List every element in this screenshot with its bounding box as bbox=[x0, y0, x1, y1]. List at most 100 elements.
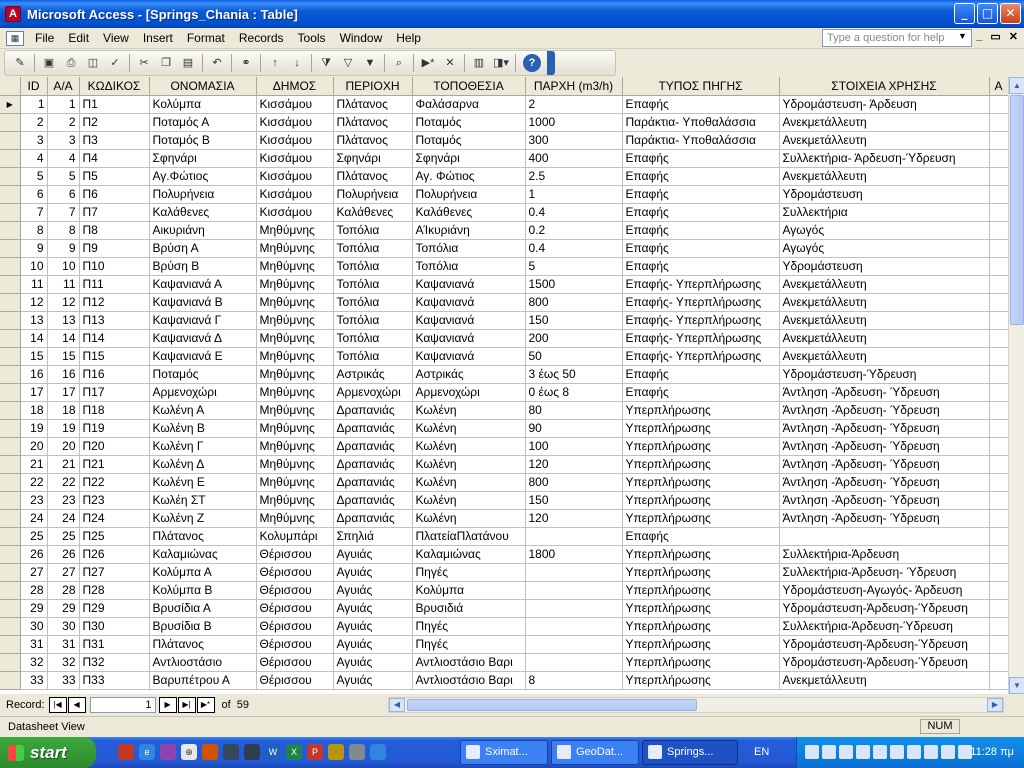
cell-name[interactable]: Καλάθενες bbox=[149, 203, 257, 222]
cell-spring-type[interactable]: Υπερπλήρωσης bbox=[622, 473, 780, 492]
hyperlink-icon[interactable]: ⚭ bbox=[236, 53, 256, 73]
cell-aa[interactable]: 15 bbox=[47, 347, 80, 366]
current-record-input[interactable]: 1 bbox=[89, 697, 156, 713]
menu-format[interactable]: Format bbox=[180, 29, 232, 48]
cell-usage[interactable]: Αγωγός bbox=[779, 239, 990, 258]
cell-aa[interactable]: 2 bbox=[47, 113, 80, 132]
cell-aa[interactable]: 14 bbox=[47, 329, 80, 348]
cell-partial[interactable] bbox=[989, 329, 1009, 348]
row-selector[interactable] bbox=[0, 509, 21, 528]
cell-municipality[interactable]: Μηθύμνης bbox=[256, 401, 334, 420]
cell-municipality[interactable]: Μηθύμνης bbox=[256, 239, 334, 258]
cell-location[interactable]: Καψανιανά bbox=[412, 311, 526, 330]
new-object-icon[interactable]: ◨▾ bbox=[491, 53, 511, 73]
first-record-button[interactable]: |◀ bbox=[48, 697, 67, 713]
copy-icon[interactable]: ❐ bbox=[156, 53, 176, 73]
cell-location[interactable]: Κωλένη bbox=[412, 455, 526, 474]
cell-location[interactable]: Κωλένη bbox=[412, 419, 526, 438]
cut-icon[interactable]: ✂ bbox=[134, 53, 154, 73]
cell-id[interactable]: 19 bbox=[20, 419, 48, 438]
cell-location[interactable]: Καψανιανά bbox=[412, 347, 526, 366]
last-record-button[interactable]: ▶| bbox=[177, 697, 196, 713]
cell-code[interactable]: Π33 bbox=[79, 671, 150, 690]
cell-usage[interactable]: Άντληση -Άρδευση- Ύδρευση bbox=[779, 473, 990, 492]
row-selector[interactable] bbox=[0, 221, 21, 240]
cell-partial[interactable] bbox=[989, 149, 1009, 168]
cell-region[interactable]: Δραπανιάς bbox=[333, 419, 413, 438]
menu-edit[interactable]: Edit bbox=[61, 29, 96, 48]
cell-location[interactable]: Πολυρήνεια bbox=[412, 185, 526, 204]
cell-municipality[interactable]: Μηθύμνης bbox=[256, 491, 334, 510]
cell-partial[interactable] bbox=[989, 311, 1009, 330]
cell-usage[interactable]: Άντληση -Άρδευση- Ύδρευση bbox=[779, 401, 990, 420]
menu-records[interactable]: Records bbox=[232, 29, 291, 48]
undo-icon[interactable]: ↶ bbox=[207, 53, 227, 73]
cell-partial[interactable] bbox=[989, 293, 1009, 312]
cell-code[interactable]: Π11 bbox=[79, 275, 150, 294]
cell-municipality[interactable]: Κισσάμου bbox=[256, 167, 334, 186]
cell-region[interactable]: Τοπόλια bbox=[333, 311, 413, 330]
find-icon[interactable]: ⌕ bbox=[389, 53, 409, 73]
cell-id[interactable]: 16 bbox=[20, 365, 48, 384]
cell-name[interactable]: Καλαμιώνας bbox=[149, 545, 257, 564]
cell-region[interactable]: Τοπόλια bbox=[333, 239, 413, 258]
cell-usage[interactable]: Υδρομάστευση-Άρδευση-Ύδρευση bbox=[779, 599, 990, 618]
cell-aa[interactable]: 32 bbox=[47, 653, 80, 672]
cell-municipality[interactable]: Κολυμπάρι bbox=[256, 527, 334, 546]
cell-municipality[interactable]: Μηθύμνης bbox=[256, 365, 334, 384]
cell-spring-type[interactable]: Επαφής- Υπερπλήρωσης bbox=[622, 293, 780, 312]
menu-window[interactable]: Window bbox=[333, 29, 390, 48]
cell-partial[interactable] bbox=[989, 347, 1009, 366]
cell-spring-type[interactable]: Παράκτια- Υποθαλάσσια bbox=[622, 131, 780, 150]
cell-flow[interactable]: 150 bbox=[525, 491, 623, 510]
column-header-location[interactable]: ΤΟΠΟΘΕΣΙΑ bbox=[412, 77, 526, 96]
cell-id[interactable]: 7 bbox=[20, 203, 48, 222]
cell-flow[interactable]: 100 bbox=[525, 437, 623, 456]
cell-partial[interactable] bbox=[989, 491, 1009, 510]
cell-id[interactable]: 29 bbox=[20, 599, 48, 618]
cell-name[interactable]: Πλάτανος bbox=[149, 527, 257, 546]
row-selector[interactable] bbox=[0, 185, 21, 204]
cell-code[interactable]: Π26 bbox=[79, 545, 150, 564]
close-button[interactable]: ✕ bbox=[1000, 3, 1021, 24]
cell-aa[interactable]: 28 bbox=[47, 581, 80, 600]
cell-location[interactable]: Καψανιανά bbox=[412, 329, 526, 348]
cell-name[interactable]: Καψανιανά Α bbox=[149, 275, 257, 294]
cell-aa[interactable]: 16 bbox=[47, 365, 80, 384]
cell-partial[interactable] bbox=[989, 275, 1009, 294]
cell-location[interactable]: Ποταμός bbox=[412, 113, 526, 132]
cell-location[interactable]: Κωλένη bbox=[412, 473, 526, 492]
menu-help[interactable]: Help bbox=[389, 29, 428, 48]
help-question-input[interactable]: Type a question for help bbox=[822, 29, 972, 47]
cell-code[interactable]: Π3 bbox=[79, 131, 150, 150]
quicklaunch-app-icon[interactable] bbox=[349, 744, 365, 760]
cell-location[interactable]: Πηγές bbox=[412, 635, 526, 654]
cell-flow[interactable]: 5 bbox=[525, 257, 623, 276]
cell-id[interactable]: 18 bbox=[20, 401, 48, 420]
cell-flow[interactable]: 90 bbox=[525, 419, 623, 438]
cell-location[interactable]: ΑΊκυριάνη bbox=[412, 221, 526, 240]
cell-spring-type[interactable]: Επαφής bbox=[622, 167, 780, 186]
cell-usage[interactable]: Άντληση -Άρδευση- Ύδρευση bbox=[779, 455, 990, 474]
cell-spring-type[interactable]: Επαφής- Υπερπλήρωσης bbox=[622, 329, 780, 348]
cell-name[interactable]: Ποταμός Α bbox=[149, 113, 257, 132]
cell-municipality[interactable]: Μηθύμνης bbox=[256, 509, 334, 528]
row-selector[interactable] bbox=[0, 203, 21, 222]
cell-usage[interactable]: Ανεκμετάλλευτη bbox=[779, 311, 990, 330]
cell-usage[interactable]: Υδρομάστευση-Ύδρευση bbox=[779, 365, 990, 384]
menu-insert[interactable]: Insert bbox=[136, 29, 180, 48]
cell-code[interactable]: Π18 bbox=[79, 401, 150, 420]
cell-spring-type[interactable]: Επαφής bbox=[622, 239, 780, 258]
cell-flow[interactable] bbox=[525, 617, 623, 636]
cell-id[interactable]: 9 bbox=[20, 239, 48, 258]
cell-location[interactable]: Τοπόλια bbox=[412, 239, 526, 258]
cell-name[interactable]: Αρμενοχώρι bbox=[149, 383, 257, 402]
print-icon[interactable]: ⎙ bbox=[61, 53, 81, 73]
cell-usage[interactable]: Συλλεκτήρια bbox=[779, 203, 990, 222]
cell-usage[interactable]: Άντληση -Άρδευση- Ύδρευση bbox=[779, 509, 990, 528]
cell-code[interactable]: Π22 bbox=[79, 473, 150, 492]
cell-region[interactable]: Δραπανιάς bbox=[333, 455, 413, 474]
row-selector[interactable] bbox=[0, 167, 21, 186]
cell-region[interactable]: Δραπανιάς bbox=[333, 491, 413, 510]
cell-code[interactable]: Π20 bbox=[79, 437, 150, 456]
